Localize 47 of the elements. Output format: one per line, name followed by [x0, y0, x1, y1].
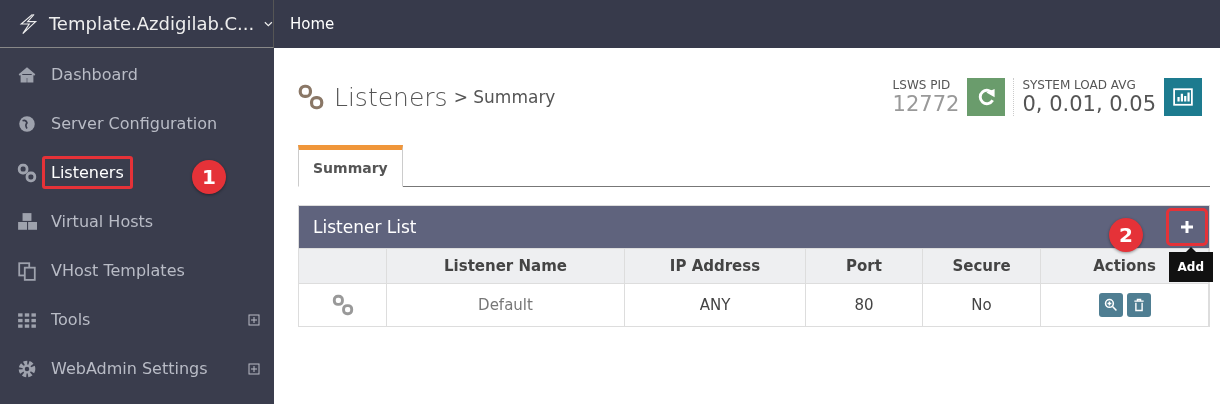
breadcrumb-link[interactable]: Home: [274, 15, 335, 33]
zoom-in-icon: [1103, 298, 1118, 312]
table-cell: No: [923, 283, 1041, 326]
gear-icon: [16, 358, 38, 379]
tooltip: Add: [1168, 247, 1213, 282]
sidebar-item[interactable]: WebAdmin Settings: [42, 352, 217, 385]
sidebar-item[interactable]: Dashboard: [42, 58, 147, 91]
column-header: IP Address: [625, 248, 806, 283]
sidebar-item[interactable]: Tools: [42, 303, 100, 336]
panel-title: Listener List: [313, 217, 417, 237]
trash-icon: [1131, 298, 1146, 312]
add-button[interactable]: [1169, 211, 1205, 243]
chart-button[interactable]: [1164, 78, 1202, 116]
sidebar-item[interactable]: Virtual Hosts: [42, 205, 163, 238]
delete-button[interactable]: [1126, 293, 1151, 317]
chevron-down-icon: [264, 19, 273, 28]
sidebar-item[interactable]: VHost Templates: [42, 254, 194, 287]
view-button[interactable]: [1098, 293, 1123, 317]
expand-icon: [248, 362, 260, 375]
table-cell: Default: [387, 283, 625, 326]
sidebar-item[interactable]: Server Configuration: [42, 107, 227, 140]
column-header: Port: [806, 248, 923, 283]
refresh-icon: [976, 87, 997, 107]
globe-icon: [16, 113, 38, 134]
chain-link-icon: [331, 294, 354, 316]
expand-icon: [248, 313, 260, 326]
callout-number: 1: [192, 160, 226, 194]
bar-chart-icon: [1173, 87, 1193, 107]
copy-icon: [16, 260, 38, 281]
stat-label: LSWS PID: [892, 78, 952, 92]
tooltip-arrow-icon: [1185, 247, 1196, 252]
column-header: Listener Name: [387, 248, 625, 283]
plus-icon: [1180, 220, 1194, 234]
page-subtitle: > Summary: [453, 87, 556, 107]
stat-value: 12772: [892, 92, 960, 116]
table-cell: ANY: [625, 283, 806, 326]
sidebar-item[interactable]: Listeners: [42, 156, 133, 189]
stat-value: 0, 0.01, 0.05: [1022, 92, 1156, 116]
column-header: Secure: [923, 248, 1041, 283]
page-title: Listeners: [334, 82, 448, 112]
tab[interactable]: Summary: [298, 145, 403, 187]
cubes-icon: [16, 211, 38, 232]
chain-link-icon: [16, 162, 38, 183]
chain-link-icon: [298, 84, 324, 110]
restart-button[interactable]: [967, 78, 1006, 116]
stat-label: SYSTEM LOAD AVG: [1022, 78, 1137, 92]
table-cell: 80: [806, 283, 923, 326]
